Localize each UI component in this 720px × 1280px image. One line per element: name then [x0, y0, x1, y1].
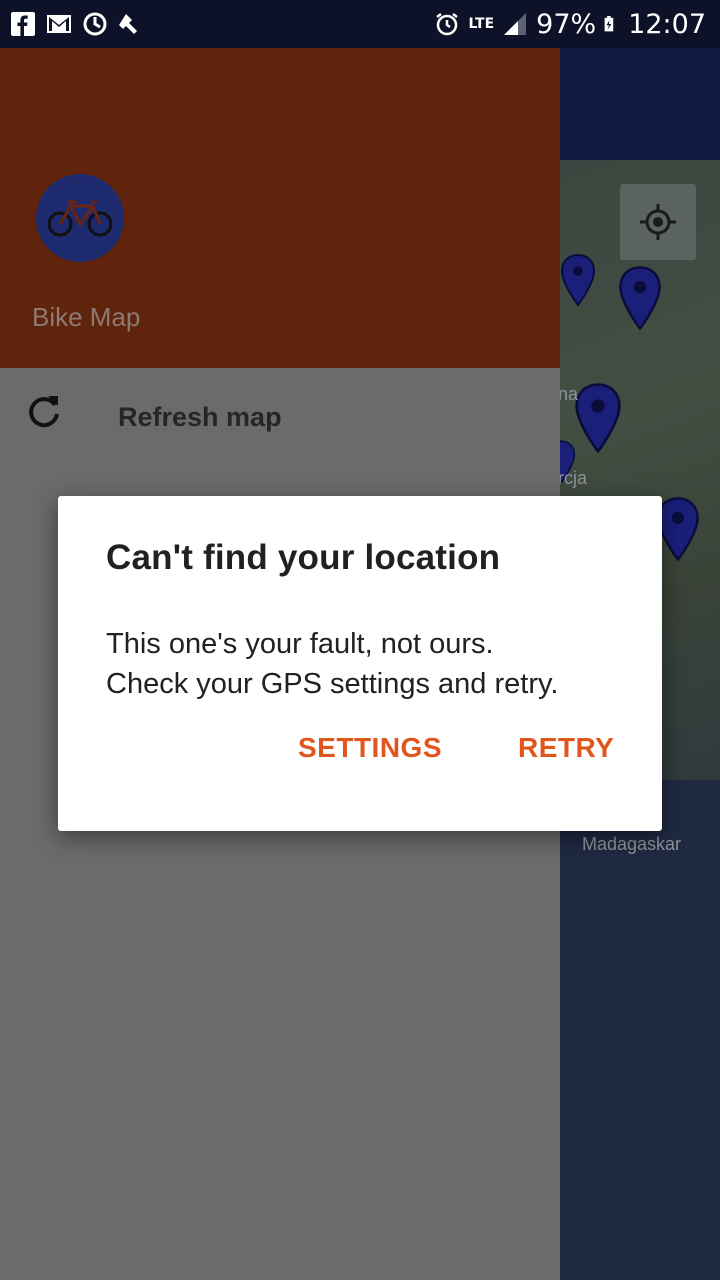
my-location-icon [640, 204, 676, 240]
dialog-title: Can't find your location [106, 538, 501, 577]
gmail-icon [47, 15, 71, 33]
app-avatar [36, 174, 124, 262]
dialog-message: This one's your fault, not ours. Check y… [106, 624, 626, 704]
alarm-icon [436, 13, 459, 36]
drawer-item-label: Refresh map [118, 402, 282, 432]
drawer-header: Bike Map [0, 48, 560, 368]
dialog-message-line: This one's your fault, not ours. [106, 628, 494, 660]
clock: 12:07 [628, 8, 706, 40]
my-location-button[interactable] [620, 184, 696, 260]
tool-icon [119, 14, 137, 34]
map-label: na [560, 384, 579, 404]
map-water [560, 780, 720, 1280]
sync-icon [83, 12, 107, 36]
map-label: Madagaskar [582, 834, 682, 854]
settings-button[interactable]: SETTINGS [298, 732, 442, 764]
status-bar: LTE 97% 12:07 [0, 0, 720, 48]
facebook-icon [11, 12, 35, 36]
refresh-icon [29, 396, 59, 428]
map-pin-icon[interactable] [656, 488, 700, 570]
map-pin-icon[interactable] [618, 258, 662, 338]
retry-button[interactable]: RETRY [518, 732, 614, 764]
map-label: rcja [560, 468, 588, 488]
battery-percent: 97% [536, 8, 597, 40]
location-error-dialog: Can't find your location This one's your… [58, 496, 662, 831]
network-type: LTE [468, 16, 495, 32]
app-name: Bike Map [32, 302, 141, 332]
map-toolbar [560, 48, 720, 160]
bike-icon [47, 200, 113, 237]
map-pin-icon[interactable] [574, 376, 622, 460]
drawer-item-refresh-map[interactable]: Refresh map [0, 368, 560, 468]
battery-charging-icon [604, 16, 614, 32]
dialog-message-line: Check your GPS settings and retry. [106, 668, 559, 700]
map-pin-icon[interactable] [560, 254, 596, 306]
signal-icon [504, 13, 527, 35]
